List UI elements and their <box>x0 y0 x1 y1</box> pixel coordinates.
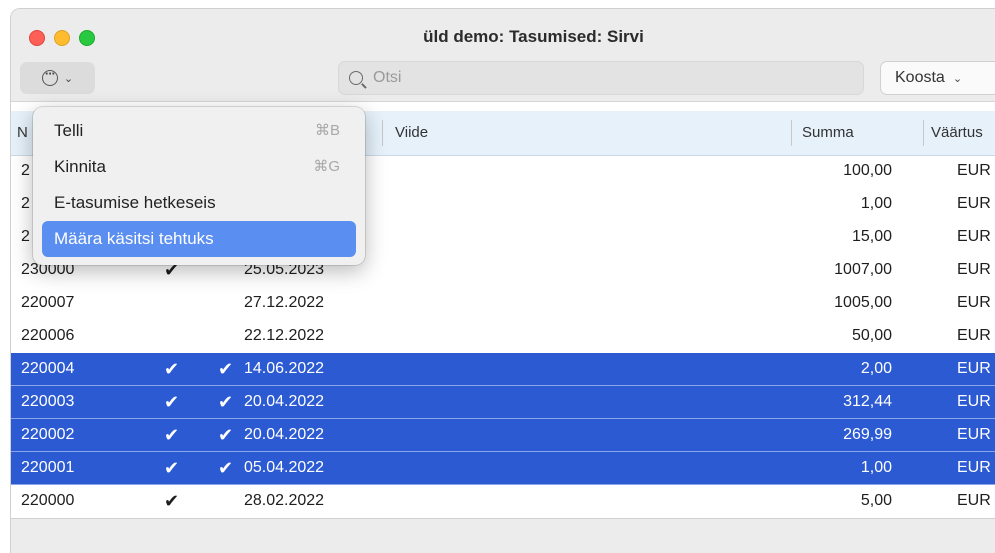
cell-date: 22.12.2022 <box>244 327 325 344</box>
table-row[interactable]: 220000 ✔ 28.02.2022 5,00 EUR <box>11 485 995 518</box>
action-menu-button[interactable]: ⌄ <box>20 62 95 94</box>
cell-valuuta: EUR <box>957 195 991 212</box>
menu-item-label: E-tasumise hetkeseis <box>54 193 216 212</box>
cell-date: 05.04.2022 <box>244 459 325 476</box>
cell-summa: 5,00 <box>860 492 892 509</box>
cell-date: 20.04.2022 <box>244 393 325 410</box>
menu-item-shortcut: ⌘B <box>314 122 340 139</box>
checkmark-icon: ✔ <box>218 392 234 412</box>
window-footer <box>11 518 995 553</box>
koosta-button[interactable]: Koosta ⌄ <box>880 61 995 95</box>
cell-valuuta: EUR <box>957 261 991 278</box>
table-row[interactable]: 220004 ✔ ✔ 14.06.2022 2,00 EUR <box>11 353 995 386</box>
table-row[interactable]: 220006 22.12.2022 50,00 EUR <box>11 320 995 353</box>
cell-valuuta: EUR <box>957 393 991 410</box>
column-header-nr[interactable]: N <box>17 111 28 155</box>
chevron-down-icon: ⌄ <box>952 72 963 85</box>
cell-valuuta: EUR <box>957 459 991 476</box>
checkmark-icon: ✔ <box>164 458 180 478</box>
column-header-viide[interactable]: Viide <box>395 111 428 155</box>
cell-valuuta: EUR <box>957 228 991 245</box>
cell-nr: 220004 <box>21 360 75 377</box>
table-row[interactable]: 220007 27.12.2022 1005,00 EUR <box>11 287 995 320</box>
cell-nr: 220002 <box>21 426 75 443</box>
cell-nr: 220006 <box>21 327 75 344</box>
menu-item-e-tasumise-hetkeseis[interactable]: E-tasumise hetkeseis <box>42 185 356 221</box>
cell-nr: 220001 <box>21 459 75 476</box>
app-window: üld demo: Tasumised: Sirvi ⌄ Koosta ⌄ N … <box>10 8 995 553</box>
titlebar: üld demo: Tasumised: Sirvi ⌄ Koosta ⌄ <box>11 9 995 102</box>
koosta-label: Koosta <box>895 69 945 86</box>
checkmark-icon: ✔ <box>164 392 180 412</box>
ellipsis-circle-icon <box>41 66 58 86</box>
cell-valuuta: EUR <box>957 492 991 509</box>
menu-item-label: Kinnita <box>54 157 106 176</box>
table-row[interactable]: 220003 ✔ ✔ 20.04.2022 312,44 EUR <box>11 386 995 419</box>
column-separator[interactable] <box>382 120 383 146</box>
checkmark-icon: ✔ <box>218 425 234 445</box>
cell-date: 28.02.2022 <box>244 492 325 509</box>
cell-summa: 15,00 <box>851 228 892 245</box>
checkmark-icon: ✔ <box>218 458 234 478</box>
cell-valuuta: EUR <box>957 426 991 443</box>
cell-date: 20.04.2022 <box>244 426 325 443</box>
cell-summa: 1007,00 <box>834 261 892 278</box>
cell-valuuta: EUR <box>957 294 991 311</box>
menu-item-maara-kasitsi-tehtuks[interactable]: Määra käsitsi tehtuks <box>42 221 356 257</box>
cell-nr: 220000 <box>21 492 75 509</box>
checkmark-icon: ✔ <box>164 359 180 379</box>
menu-item-telli[interactable]: Telli ⌘B <box>42 113 356 149</box>
cell-nr: 2 <box>21 162 30 179</box>
cell-nr: 220007 <box>21 294 75 311</box>
cell-summa: 269,99 <box>843 426 892 443</box>
cell-valuuta: EUR <box>957 327 991 344</box>
action-dropdown-menu: Telli ⌘B Kinnita ⌘G E-tasumise hetkeseis… <box>33 107 365 265</box>
table-row[interactable]: 220002 ✔ ✔ 20.04.2022 269,99 EUR <box>11 419 995 452</box>
search-icon <box>349 71 363 85</box>
checkmark-icon: ✔ <box>218 359 234 379</box>
column-header-vaartus[interactable]: Väärtus <box>931 111 983 155</box>
cell-date: 27.12.2022 <box>244 294 325 311</box>
cell-nr: 2 <box>21 195 30 212</box>
cell-summa: 2,00 <box>860 360 892 377</box>
menu-item-label: Telli <box>54 121 84 140</box>
checkmark-icon: ✔ <box>164 425 180 445</box>
cell-summa: 50,00 <box>851 327 892 344</box>
cell-summa: 1,00 <box>860 195 892 212</box>
search-field[interactable] <box>338 61 864 95</box>
window-title: üld demo: Tasumised: Sirvi <box>423 27 644 46</box>
column-separator[interactable] <box>923 120 924 146</box>
column-separator[interactable] <box>791 120 792 146</box>
chevron-down-icon: ⌄ <box>63 72 74 85</box>
cell-nr: 220003 <box>21 393 75 410</box>
menu-item-kinnita[interactable]: Kinnita ⌘G <box>42 149 356 185</box>
cell-summa: 312,44 <box>843 393 892 410</box>
cell-nr: 2 <box>21 228 30 245</box>
cell-summa: 100,00 <box>843 162 892 179</box>
menu-item-label: Määra käsitsi tehtuks <box>54 229 214 248</box>
cell-valuuta: EUR <box>957 162 991 179</box>
cell-valuuta: EUR <box>957 360 991 377</box>
table-row[interactable]: 220001 ✔ ✔ 05.04.2022 1,00 EUR <box>11 452 995 485</box>
cell-date: 14.06.2022 <box>244 360 325 377</box>
menu-item-shortcut: ⌘G <box>313 158 340 175</box>
column-header-summa[interactable]: Summa <box>802 111 854 155</box>
cell-summa: 1,00 <box>860 459 892 476</box>
search-input[interactable] <box>371 68 835 88</box>
cell-summa: 1005,00 <box>834 294 892 311</box>
checkmark-icon: ✔ <box>164 491 180 511</box>
